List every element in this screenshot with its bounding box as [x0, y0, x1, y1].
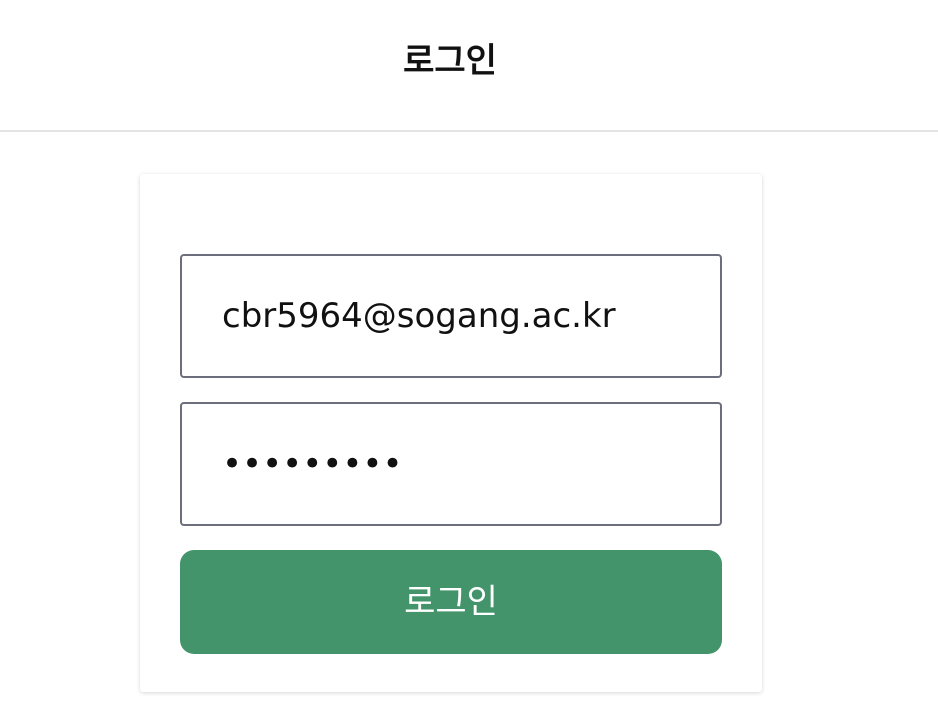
page-title: 로그인: [403, 41, 497, 81]
email-field[interactable]: cbr5964@sogang.ac.kr: [180, 254, 722, 378]
page-header: 로그인: [0, 0, 938, 132]
login-button[interactable]: 로그인: [180, 550, 722, 654]
login-page: 로그인 cbr5964@sogang.ac.kr ••••••••• 로그인: [0, 0, 938, 724]
login-card: cbr5964@sogang.ac.kr ••••••••• 로그인: [140, 174, 762, 692]
password-field[interactable]: •••••••••: [180, 402, 722, 526]
email-value: cbr5964@sogang.ac.kr: [222, 296, 616, 336]
password-value: •••••••••: [222, 444, 403, 484]
